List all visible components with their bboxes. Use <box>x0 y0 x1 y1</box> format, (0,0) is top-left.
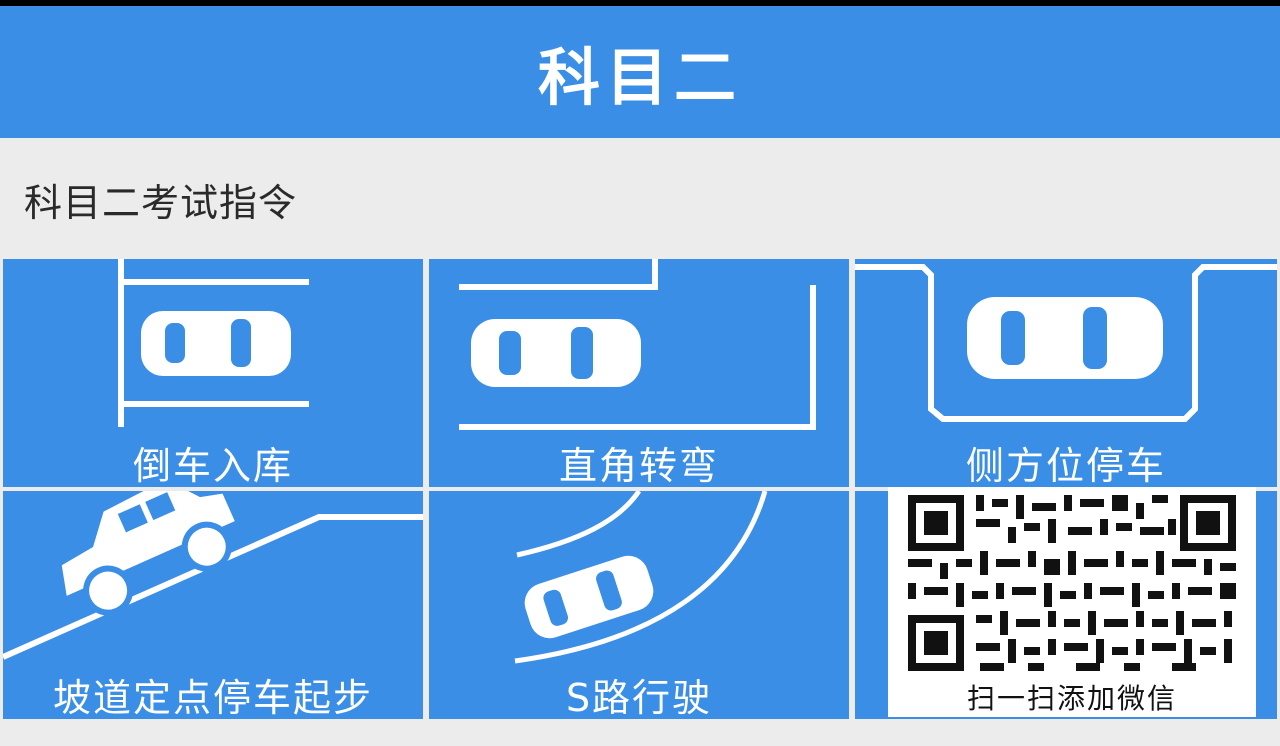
app-header: 科目二 <box>0 6 1280 138</box>
tile-label: 直角转弯 <box>558 444 719 487</box>
tile-right-angle-turn[interactable]: 直角转弯 <box>429 259 849 487</box>
tile-label: 倒车入库 <box>132 444 293 487</box>
tile-s-curve[interactable]: S路行驶 <box>429 491 849 719</box>
qr-caption: 扫一扫添加微信 <box>966 682 1177 715</box>
tile-label: S路行驶 <box>565 676 713 719</box>
tile-side-parking[interactable]: 侧方位停车 <box>855 259 1277 487</box>
tile-reverse-parking[interactable]: 倒车入库 <box>3 259 423 487</box>
tile-label: 侧方位停车 <box>965 444 1166 487</box>
tile-label: 坡道定点停车起步 <box>52 676 373 719</box>
qr-code-icon <box>908 495 1236 671</box>
tile-hill-start[interactable]: 坡道定点停车起步 <box>3 491 423 719</box>
wechat-qr-card[interactable]: 扫一扫添加微信 <box>888 487 1256 717</box>
section-title: 科目二考试指令 <box>24 181 298 225</box>
page-title: 科目二 <box>537 41 742 114</box>
